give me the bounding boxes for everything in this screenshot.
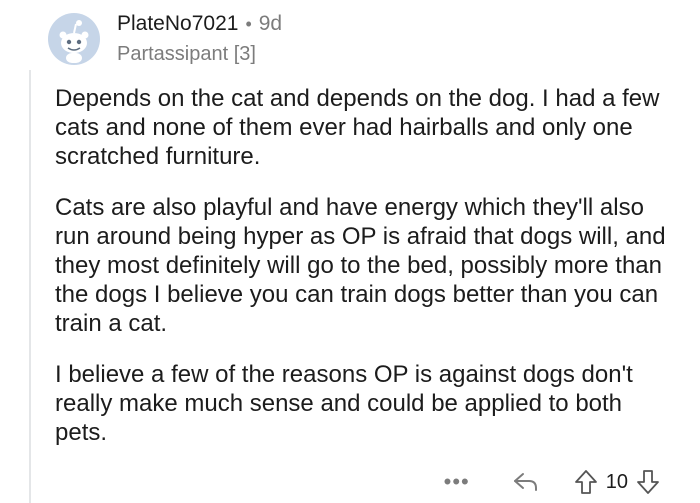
comment-body: Depends on the cat and depends on the do… <box>55 84 675 469</box>
comment-age: 9d <box>258 12 283 35</box>
downvote-button[interactable] <box>636 469 660 495</box>
upvote-button[interactable] <box>574 469 598 495</box>
comment-header: PlateNo7021 • 9d Partassipant [3] <box>117 11 282 66</box>
user-flair: Partassipant [3] <box>117 43 256 65</box>
meta-separator: • <box>245 14 252 34</box>
reply-button[interactable] <box>512 470 540 494</box>
reply-arrow-icon <box>513 473 537 491</box>
upvote-arrow-icon <box>574 470 597 494</box>
more-options-button[interactable]: ••• <box>444 471 470 493</box>
avatar[interactable] <box>48 13 100 65</box>
comment-paragraph: I believe a few of the reasons OP is aga… <box>55 361 633 446</box>
snoo-avatar-icon <box>48 13 100 65</box>
comment-actions: ••• 10 <box>444 461 660 503</box>
comment-paragraph: Cats are also playful and have energy wh… <box>55 194 666 337</box>
meta-line: PlateNo7021 • 9d <box>117 11 282 37</box>
username-link[interactable]: PlateNo7021 <box>117 11 238 37</box>
downvote-arrow-icon <box>637 470 659 494</box>
comment-paragraph: Depends on the cat and depends on the do… <box>55 85 660 170</box>
thread-line[interactable] <box>29 70 31 503</box>
vote-score: 10 <box>605 470 628 493</box>
